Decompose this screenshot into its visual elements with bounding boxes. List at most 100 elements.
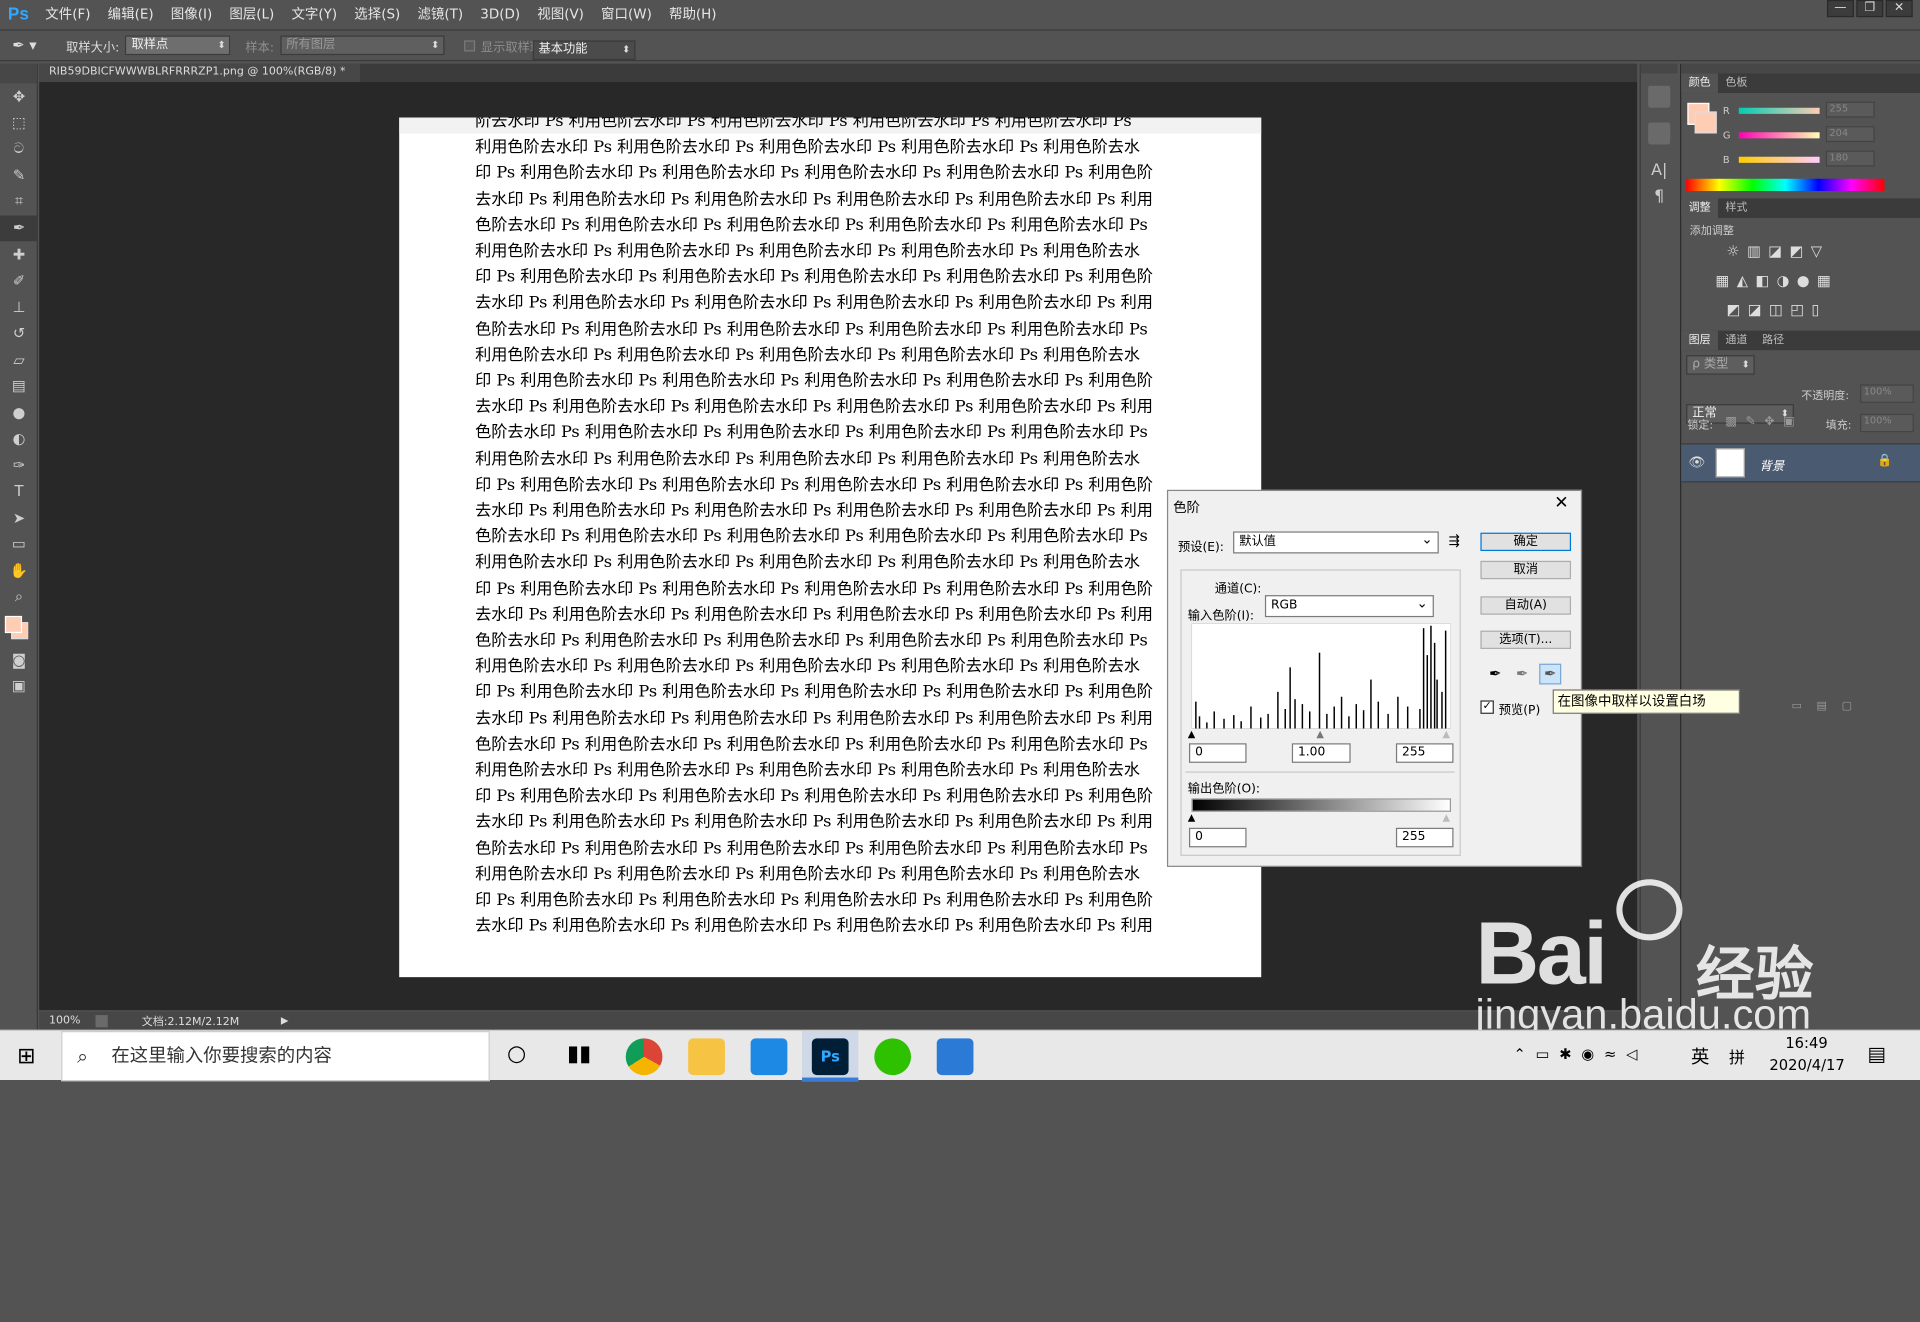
tab-paths[interactable]: 路径 (1755, 331, 1792, 351)
lasso-tool-icon[interactable]: ට (0, 136, 38, 162)
hand-tool-icon[interactable]: ✋ (0, 557, 38, 583)
ok-button[interactable]: 确定 (1480, 532, 1572, 552)
opacity-field[interactable]: 100% (1860, 384, 1914, 403)
output-slider-track[interactable]: ▲ ▲ (1188, 812, 1451, 823)
history-brush-icon[interactable]: ↺ (0, 320, 38, 346)
input-white-field[interactable]: 255 (1395, 743, 1454, 763)
show-ring-checkbox[interactable] (463, 39, 475, 51)
adjust-icons-row-1[interactable]: ☼▥◪◩▽ (1727, 242, 1830, 259)
white-point-eyedropper-icon[interactable]: ✒ (1539, 663, 1562, 685)
input-black-handle[interactable]: ▲ (1188, 729, 1196, 740)
status-share-icon[interactable] (95, 1014, 108, 1027)
tab-layers[interactable]: 图层 (1681, 330, 1718, 351)
zoom-tool-icon[interactable]: ⌕ (0, 583, 38, 609)
r-value[interactable]: 255 (1825, 101, 1875, 118)
close-dialog-icon[interactable]: ✕ (1554, 493, 1568, 513)
layer-name[interactable]: 背景 (1760, 456, 1784, 473)
input-gamma-field[interactable]: 1.00 (1291, 743, 1351, 763)
screen-mode-icon[interactable]: ▣ (0, 673, 38, 699)
foreground-color-swatch[interactable] (4, 615, 23, 634)
paragraph-panel-icon[interactable]: ¶ (1641, 187, 1678, 205)
clock-time[interactable]: 16:49 (1785, 1035, 1827, 1052)
lock-icons[interactable]: ▩✎✥▣ (1725, 415, 1803, 428)
adjust-icons-row-3[interactable]: ◩◪◫◰▯ (1727, 301, 1827, 318)
close-icon[interactable]: ✕ (1885, 0, 1913, 18)
tab-adjust[interactable]: 调整 (1681, 198, 1718, 218)
tab-color[interactable]: 颜色 (1681, 73, 1718, 94)
preview-checkbox[interactable]: ✓ (1480, 700, 1494, 714)
input-white-handle[interactable]: ▲ (1442, 729, 1450, 740)
output-white-field[interactable]: 255 (1395, 827, 1454, 848)
channel-select[interactable]: RGB (1264, 594, 1434, 618)
brush-tool-icon[interactable]: ✐ (0, 268, 38, 294)
document-canvas[interactable]: 阶去水印 Ps 利用色阶去水印 Ps 利用色阶去水印 Ps 利用色阶去水印 Ps… (399, 117, 1262, 978)
gray-point-eyedropper-icon[interactable]: ✒ (1516, 665, 1528, 682)
zoom-level[interactable]: 100% (49, 1014, 81, 1026)
adjust-icons-row-2[interactable]: ▦◭◧◑●▦ (1716, 272, 1839, 289)
g-value[interactable]: 204 (1825, 126, 1875, 143)
output-white-handle[interactable]: ▲ (1442, 812, 1450, 823)
photoshop-taskbar-button[interactable]: Ps (802, 1031, 859, 1082)
options-button[interactable]: 选项(T)... (1480, 630, 1572, 649)
menu-3d[interactable]: 3D(D) (472, 6, 529, 22)
b-slider[interactable] (1738, 156, 1820, 163)
preset-options-icon[interactable]: ⇶ (1449, 533, 1460, 549)
menu-image[interactable]: 图像(I) (162, 4, 221, 24)
color-panel-bg-swatch[interactable] (1694, 111, 1717, 134)
black-point-eyedropper-icon[interactable]: ✒ (1489, 665, 1501, 682)
pen-tool-icon[interactable]: ✑ (0, 452, 38, 478)
b-value[interactable]: 180 (1825, 150, 1875, 167)
clock-date[interactable]: 2020/4/17 (1769, 1057, 1844, 1074)
menu-help[interactable]: 帮助(H) (660, 4, 725, 24)
healing-tool-icon[interactable]: ✚ (0, 241, 38, 267)
menu-file[interactable]: 文件(F) (37, 4, 99, 24)
minimize-icon[interactable]: — (1826, 0, 1854, 18)
windows-start-icon[interactable]: ⊞ (17, 1043, 35, 1069)
menu-edit[interactable]: 编辑(E) (99, 4, 162, 24)
task-view-icon[interactable]: ▮▮ (567, 1041, 591, 1067)
stamp-tool-icon[interactable]: ⊥ (0, 294, 38, 320)
properties-panel-icon[interactable] (1648, 122, 1671, 145)
crop-tool-icon[interactable]: ⌗ (0, 189, 38, 215)
color-spectrum[interactable] (1686, 178, 1885, 192)
menu-type[interactable]: 文字(Y) (283, 4, 346, 24)
blur-tool-icon[interactable]: ● (0, 399, 38, 425)
workspace-select[interactable]: 基本功能 (532, 40, 636, 61)
g-slider[interactable] (1738, 132, 1820, 139)
fill-field[interactable]: 100% (1860, 413, 1914, 433)
restore-icon[interactable]: ❐ (1856, 0, 1884, 18)
menu-window[interactable]: 窗口(W) (592, 4, 660, 24)
status-menu-arrow-icon[interactable]: ▶ (281, 1015, 289, 1026)
layer-kind-filter[interactable]: ρ 类型 (1686, 355, 1755, 375)
r-slider[interactable] (1738, 107, 1820, 114)
sample-size-select[interactable]: 取样点 (125, 35, 231, 56)
system-tray-icons[interactable]: ⌃▭✱◉≈◁ (1513, 1046, 1647, 1063)
quick-select-tool-icon[interactable]: ✎ (0, 162, 38, 188)
cancel-button[interactable]: 取消 (1480, 560, 1572, 580)
path-select-tool-icon[interactable]: ➤ (0, 504, 38, 530)
sample-select[interactable]: 所有图层 (280, 35, 445, 56)
history-panel-icon[interactable] (1648, 85, 1671, 108)
auto-button[interactable]: 自动(A) (1480, 596, 1572, 615)
taskbar-search[interactable]: ⌕ 在这里输入你要搜索的内容 (61, 1031, 490, 1082)
menu-select[interactable]: 选择(S) (346, 4, 409, 24)
character-panel-icon[interactable]: A| (1641, 162, 1678, 180)
input-gamma-handle[interactable]: ▲ (1316, 729, 1324, 740)
document-tab[interactable]: RIB59DBICFWWWBLRFRRRZP1.png @ 100%(RGB/8… (39, 63, 361, 97)
wechat-icon[interactable] (874, 1038, 912, 1076)
menu-layer[interactable]: 图层(L) (221, 4, 283, 24)
type-tool-icon[interactable]: T (0, 478, 38, 504)
tab-swatches[interactable]: 色板 (1718, 73, 1755, 93)
input-slider-track[interactable]: ▲ ▲ ▲ (1188, 729, 1451, 740)
gradient-tool-icon[interactable]: ▤ (0, 373, 38, 399)
input-black-field[interactable]: 0 (1188, 743, 1247, 763)
cortana-icon[interactable]: ○ (507, 1041, 526, 1067)
output-black-field[interactable]: 0 (1188, 827, 1247, 848)
color-swatches[interactable] (0, 610, 37, 647)
marquee-tool-icon[interactable]: ⬚ (0, 110, 38, 136)
app-icon-2[interactable] (936, 1038, 974, 1076)
output-black-handle[interactable]: ▲ (1188, 812, 1196, 823)
ime-indicator[interactable]: 拼 (1729, 1044, 1745, 1067)
menu-filter[interactable]: 滤镜(T) (409, 4, 472, 24)
eyedropper-preset-icon[interactable]: ✒ ▾ (0, 37, 49, 54)
